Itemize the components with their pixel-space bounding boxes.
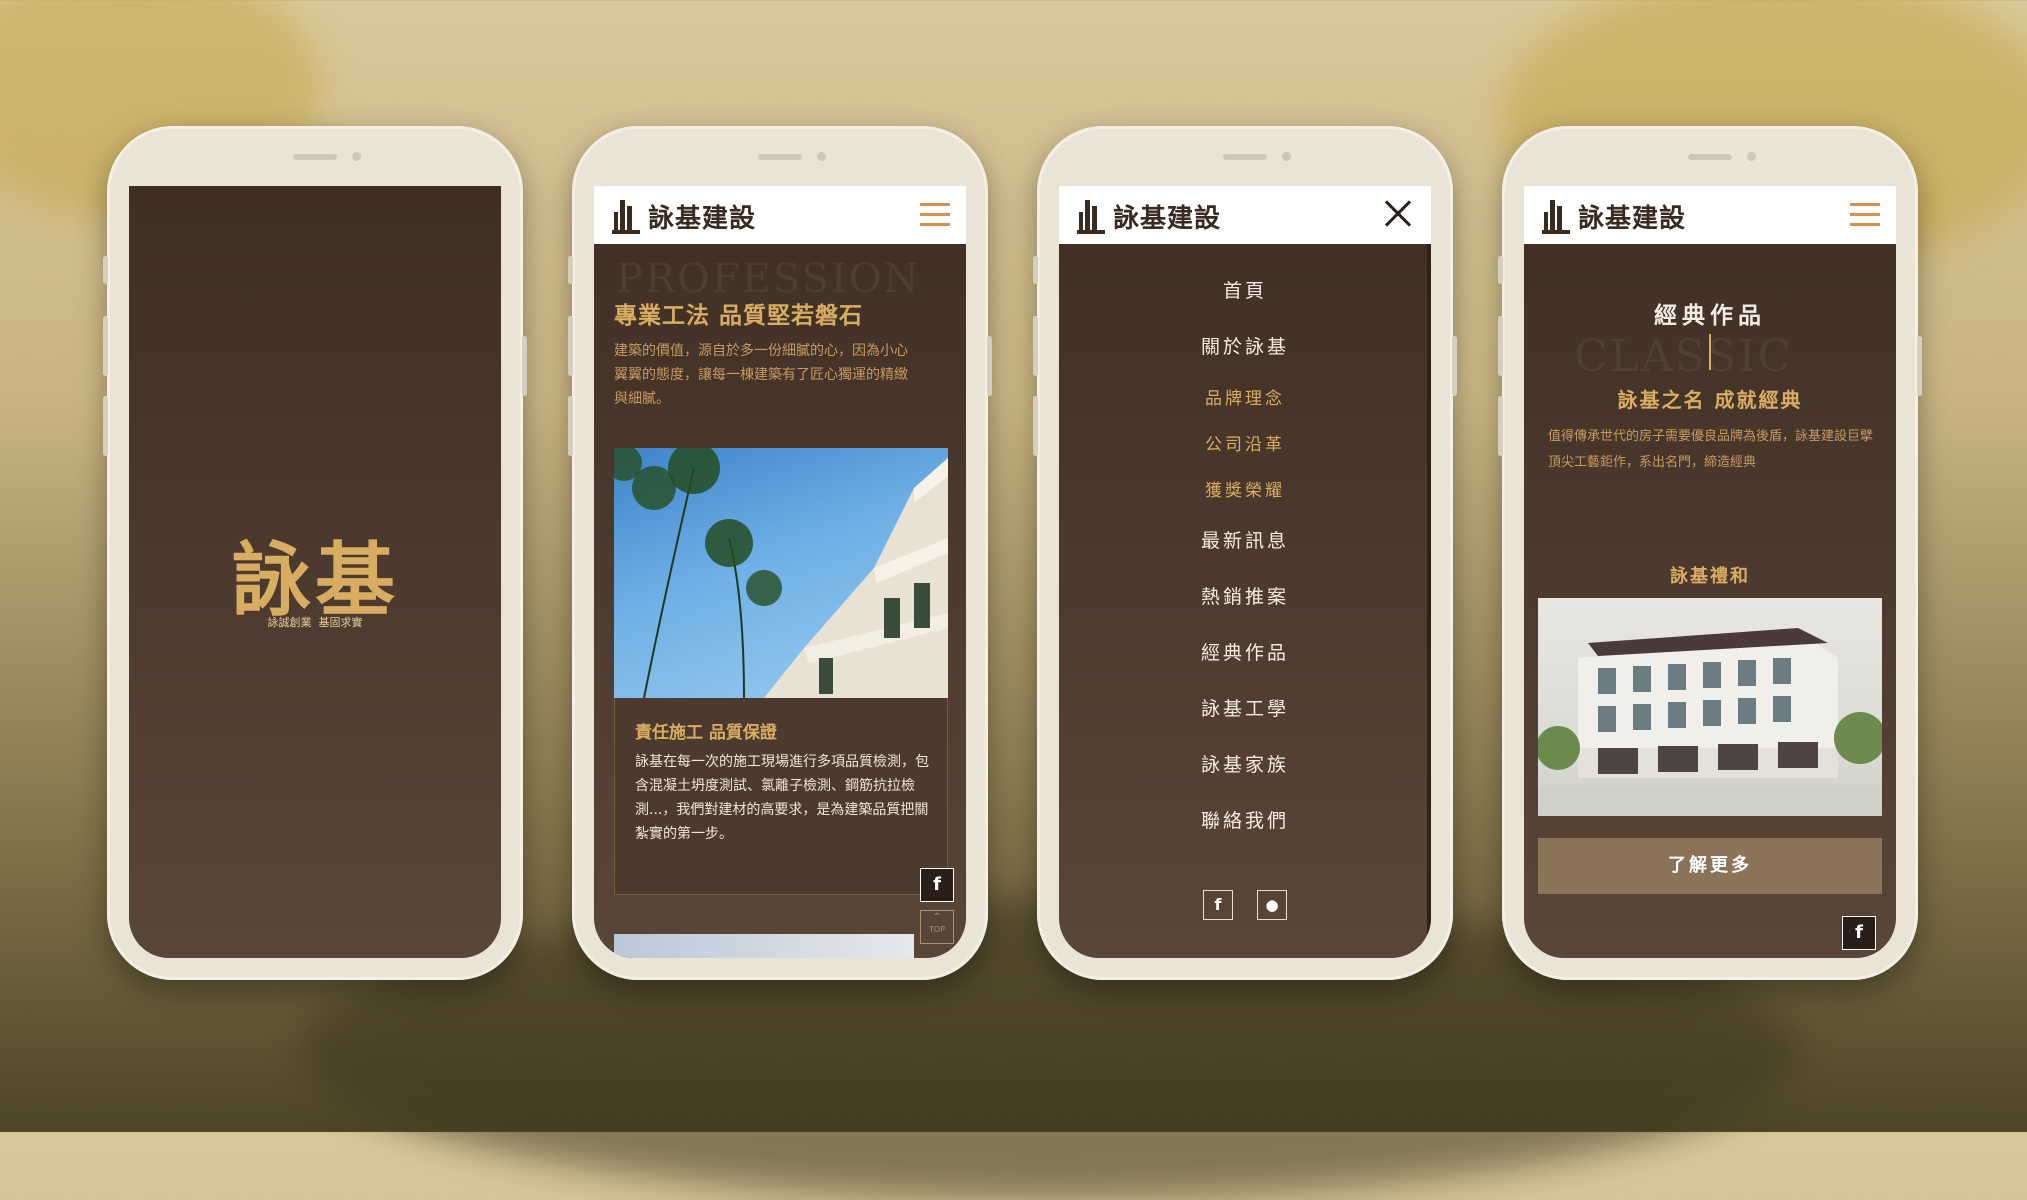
next-image-preview: [614, 934, 914, 958]
side-button: [1498, 316, 1503, 376]
side-button: [568, 316, 573, 376]
logo-text: 詠基建設: [648, 203, 757, 234]
side-button: [1033, 256, 1038, 284]
hamburger-menu-icon[interactable]: [1850, 203, 1880, 227]
nav-item-classic-works[interactable]: 經典作品: [1059, 638, 1431, 665]
section-watermark: CLASSIC: [1574, 331, 1794, 382]
building-logo-icon: [612, 198, 640, 234]
profession-screen: 詠基建設 PROFESSION 專業工法 品質堅若磐石 建築的價值，源自於多一份…: [594, 186, 966, 958]
back-to-top-button[interactable]: ⌃ TOP: [920, 910, 954, 944]
building-logo-icon: [1542, 198, 1570, 234]
side-button: [987, 336, 992, 396]
phone-splash: 詠基 詠誠創業 基固求實: [103, 126, 527, 980]
building-illustration: [614, 448, 948, 698]
site-logo[interactable]: 詠基建設: [1077, 196, 1221, 236]
side-button: [1498, 396, 1503, 456]
nav-item-hot-projects[interactable]: 熱銷推案: [1059, 582, 1431, 609]
site-logo[interactable]: 詠基建設: [612, 196, 756, 236]
logo-text: 詠基建設: [1113, 203, 1222, 234]
card-title: 責任施工 品質保證: [635, 723, 777, 743]
menu-screen: 詠基建設 首頁 關於詠基 品牌理念 公司沿革 獲獎榮耀 最新訊息 熱銷推案 經典…: [1059, 186, 1431, 958]
building-logo-icon: [1077, 198, 1105, 234]
townhouse-illustration: [1538, 628, 1882, 816]
learn-more-button[interactable]: 了解更多: [1538, 838, 1882, 894]
phone-speaker: [293, 154, 337, 160]
nav-item-contact[interactable]: 聯絡我們: [1059, 806, 1431, 833]
side-button: [1033, 396, 1038, 456]
site-header: 詠基建設: [1524, 186, 1896, 244]
side-button: [1452, 336, 1457, 396]
nav-item-news[interactable]: 最新訊息: [1059, 526, 1431, 553]
side-button: [1498, 256, 1503, 284]
facebook-icon[interactable]: f: [1842, 916, 1876, 950]
phone-speaker: [1223, 154, 1267, 160]
facebook-icon[interactable]: f: [920, 868, 954, 902]
side-button: [522, 336, 527, 396]
phone-camera: [1747, 152, 1756, 161]
close-icon[interactable]: [1383, 199, 1413, 229]
nav-subitem-history[interactable]: 公司沿革: [1059, 430, 1431, 455]
section-title: 專業工法 品質堅若磐石: [614, 302, 864, 329]
facebook-icon[interactable]: f: [1203, 890, 1233, 920]
phone-profession: 詠基建設 PROFESSION 專業工法 品質堅若磐石 建築的價值，源自於多一份…: [568, 126, 992, 980]
side-button: [1917, 336, 1922, 396]
phone-menu: 詠基建設 首頁 關於詠基 品牌理念 公司沿革 獲獎榮耀 最新訊息 熱銷推案 經典…: [1033, 126, 1457, 980]
nav-subitem-awards[interactable]: 獲獎榮耀: [1059, 476, 1431, 501]
side-button: [568, 256, 573, 284]
site-logo[interactable]: 詠基建設: [1542, 196, 1686, 236]
side-button: [568, 396, 573, 456]
project-name: 詠基禮和: [1670, 566, 1750, 587]
phone-camera: [1282, 152, 1291, 161]
nav-item-about[interactable]: 關於詠基: [1059, 332, 1431, 359]
project-image[interactable]: [1538, 598, 1882, 816]
title-divider: [1709, 334, 1711, 370]
chevron-up-icon: ⌃: [932, 912, 942, 923]
feature-card: 責任施工 品質保證 詠基在每一次的施工現場進行多項品質檢測，包含混凝土坍度測試、…: [614, 698, 948, 895]
section-intro: 建築的價值，源自於多一份細膩的心，因為小心翼翼的態度，讓每一棟建築有了匠心獨運的…: [614, 343, 908, 407]
section-intro: 值得傳承世代的房子需要優良品牌為後盾，詠基建設巨擘頂尖工藝鉅作，系出名門，締造經…: [1548, 429, 1874, 470]
phone-classic: 詠基建設 經典作品 CLASSIC 詠基之名 成就經典 值得傳承世代的房子需要優…: [1498, 126, 1922, 980]
top-label: TOP: [928, 925, 945, 934]
side-button: [1033, 316, 1038, 376]
splash-screen: 詠基 詠誠創業 基固求實: [129, 186, 501, 958]
nav-item-family[interactable]: 詠基家族: [1059, 750, 1431, 777]
phone-camera: [352, 152, 361, 161]
phone-camera: [817, 152, 826, 161]
side-button: [103, 316, 108, 376]
nav-item-home[interactable]: 首頁: [1059, 276, 1431, 303]
nav-subitem-brand-concept[interactable]: 品牌理念: [1059, 384, 1431, 409]
phone-speaker: [758, 154, 802, 160]
section-subtitle: 詠基之名 成就經典: [1617, 388, 1803, 412]
nav-item-engineering[interactable]: 詠基工學: [1059, 694, 1431, 721]
card-text: 詠基在每一次的施工現場進行多項品質檢測，包含混凝土坍度測試、氯離子檢測、鋼筋抗拉…: [635, 754, 929, 842]
section-title: 經典作品: [1654, 302, 1766, 329]
classic-screen: 詠基建設 經典作品 CLASSIC 詠基之名 成就經典 值得傳承世代的房子需要優…: [1524, 186, 1896, 958]
scrollbar[interactable]: [1427, 244, 1431, 958]
map-pin-icon[interactable]: ●: [1257, 890, 1287, 920]
splash-slogan: 詠誠創業 基固求實: [267, 616, 363, 629]
side-button: [103, 396, 108, 456]
side-button: [103, 256, 108, 284]
site-header: 詠基建設: [594, 186, 966, 244]
phone-speaker: [1688, 154, 1732, 160]
logo-text: 詠基建設: [1578, 203, 1687, 234]
site-header: 詠基建設: [1059, 186, 1431, 244]
hamburger-menu-icon[interactable]: [920, 203, 950, 227]
building-photo: [614, 448, 948, 698]
